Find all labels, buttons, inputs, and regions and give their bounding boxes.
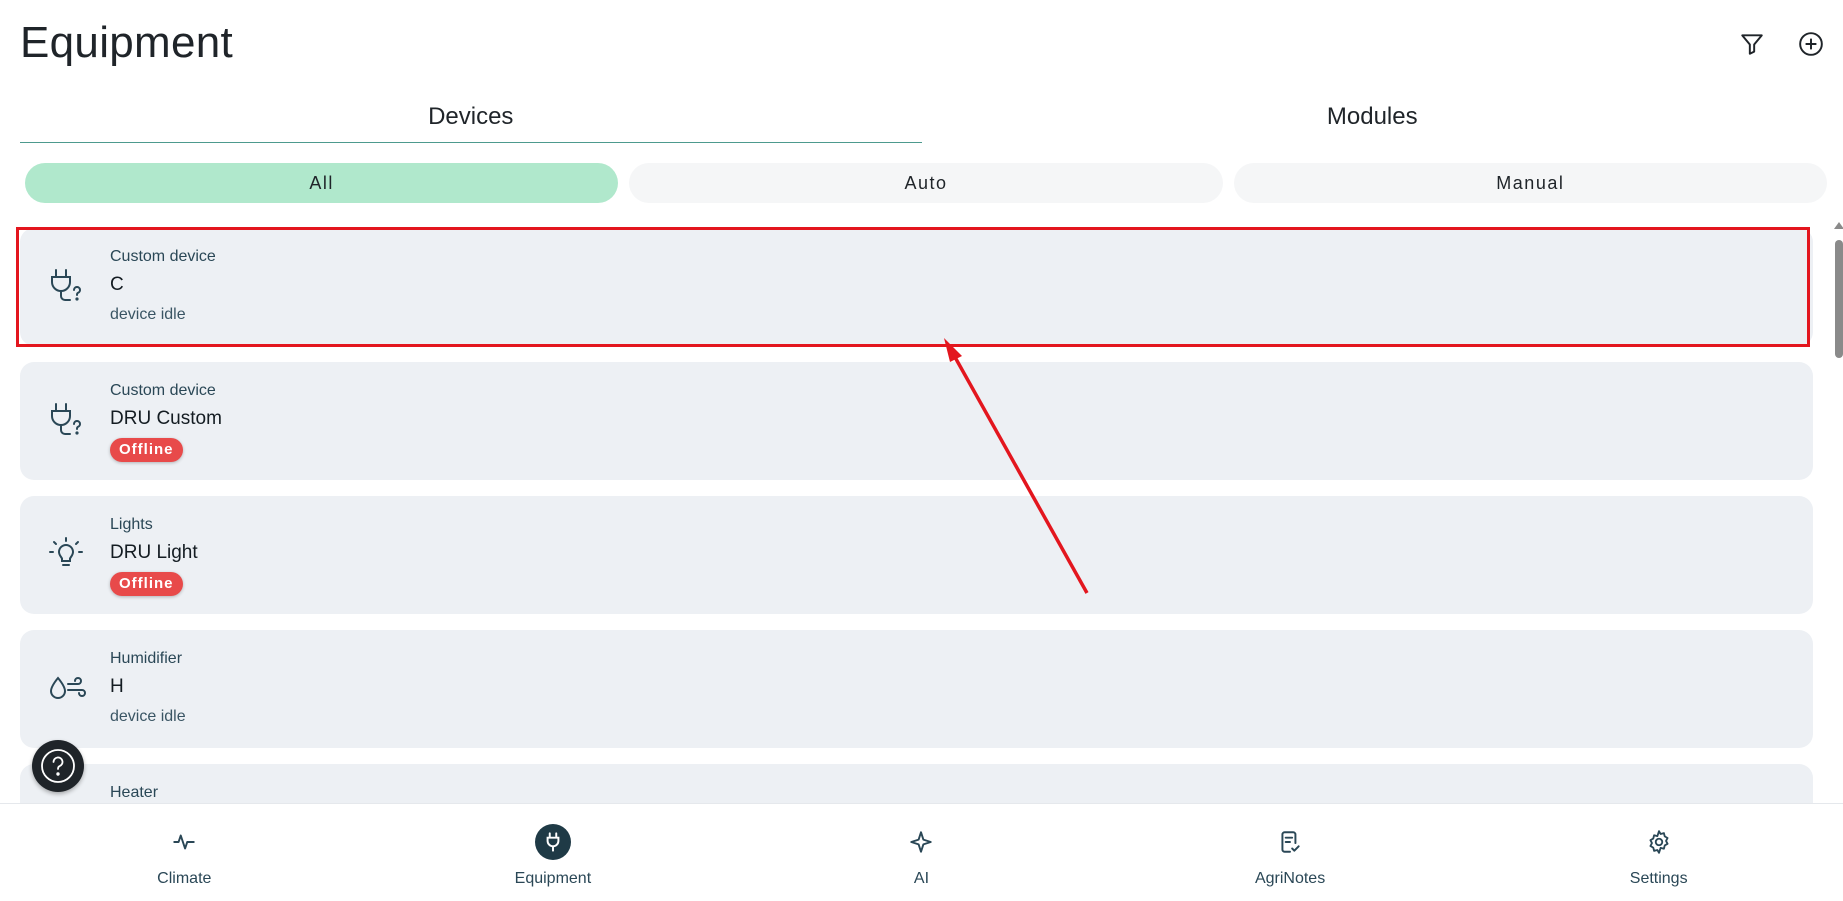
device-type: Custom device [110,382,216,399]
filter-chips: All Auto Manual [25,163,1827,203]
device-name: H [110,676,124,697]
filter-chip-auto[interactable]: Auto [629,163,1223,203]
device-type: Heater [110,784,159,801]
device-list: Custom device C device idle Custom devic… [20,228,1813,803]
filter-chip-all[interactable]: All [25,163,619,203]
nav-label: Settings [1629,870,1688,887]
nav-label: Equipment [514,870,592,887]
scroll-up-arrow[interactable] [1834,222,1843,229]
filter-icon [1741,34,1763,55]
filter-button[interactable] [1736,28,1768,60]
add-button[interactable] [1795,28,1827,60]
nav-ai[interactable]: AI [737,804,1106,901]
nav-label: AI [913,870,930,887]
tab-bar: Devices Modules [20,95,1823,143]
nav-label: AgriNotes [1254,870,1326,887]
notes-check-icon [1272,824,1308,860]
app-header: Equipment [0,0,1843,100]
scrollbar-thumb[interactable] [1835,240,1843,358]
nav-label: Climate [157,870,212,887]
help-button[interactable] [32,740,84,792]
offline-badge: Offline [110,438,183,462]
device-name: DRU Light [110,542,198,563]
device-card[interactable]: Heater [20,764,1813,803]
lightbulb-icon [44,530,88,574]
activity-icon [166,824,202,860]
device-type: Humidifier [110,650,183,667]
device-card[interactable]: Lights DRU Light Offline [20,496,1813,614]
device-card[interactable]: Custom device C device idle [20,228,1813,346]
humidifier-icon [44,664,88,708]
device-card[interactable]: Humidifier H device idle [20,630,1813,748]
filter-chip-manual[interactable]: Manual [1233,163,1827,203]
nav-settings[interactable]: Settings [1474,804,1843,901]
device-status: device idle [110,708,186,725]
device-card[interactable]: Custom device DRU Custom Offline [20,362,1813,480]
device-type: Lights [110,516,153,533]
plug-icon [534,824,571,860]
device-name: C [110,274,124,295]
page-title: Equipment [20,18,234,67]
device-type: Custom device [110,248,216,265]
plus-circle-icon [1799,32,1823,56]
offline-badge: Offline [110,572,183,596]
plug-question-icon [44,262,88,306]
question-icon [41,749,75,783]
sparkle-icon [903,824,939,860]
gear-icon [1641,824,1677,860]
device-status: device idle [110,306,186,323]
plug-question-icon [44,396,88,440]
nav-equipment[interactable]: Equipment [369,804,738,901]
nav-climate[interactable]: Climate [0,804,369,901]
tab-modules[interactable]: Modules [922,95,1824,143]
nav-agrinotes[interactable]: AgriNotes [1106,804,1475,901]
device-name: DRU Custom [110,408,222,429]
tab-devices[interactable]: Devices [20,95,922,143]
bottom-nav: Climate Equipment AI AgriNotes Settings [0,803,1843,901]
